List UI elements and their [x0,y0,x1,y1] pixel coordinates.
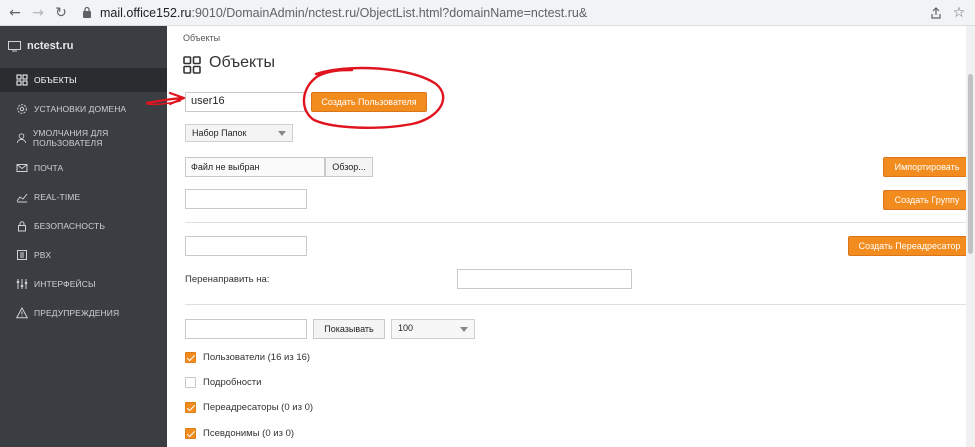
domain-name: nctest.ru [27,40,74,52]
file-input[interactable]: Файл не выбран [185,157,325,177]
show-button[interactable]: Показывать [313,319,385,339]
redirect-to-input[interactable] [457,269,632,289]
create-user-button[interactable]: Создать Пользователя [311,92,427,112]
sidebar-item-label: ОБЪЕКТЫ [34,75,77,85]
sidebar-item-interfaces[interactable]: ИНТЕРФЕЙСЫ [0,272,167,296]
sidebar-item-label: REAL-TIME [34,192,81,202]
breadcrumb[interactable]: Объекты [183,33,220,43]
sidebar-item-warnings[interactable]: ПРЕДУПРЕЖДЕНИЯ [0,301,167,325]
sidebar-item-objects[interactable]: ОБЪЕКТЫ [0,68,167,92]
reload-icon[interactable]: ↻ [52,4,70,22]
user-icon [16,133,27,144]
page-size-select-value: 100 [398,323,414,333]
sidebar-item-label: ПРЕДУПРЕЖДЕНИЯ [34,308,120,318]
page-title: Объекты [209,54,275,71]
details-checkbox[interactable] [185,377,196,388]
sidebar-item-label: БЕЗОПАСНОСТЬ [34,221,106,231]
sidebar-item-label: УМОЛЧАНИЯ ДЛЯ ПОЛЬЗОВАТЕЛЯ [32,128,109,148]
folder-set-select-value: Набор Папок [192,128,247,138]
new-user-name-input[interactable]: user16 [185,92,305,112]
new-group-name-input[interactable] [185,189,307,209]
grid-icon [16,74,28,86]
sidebar-item-security[interactable]: БЕЗОПАСНОСТЬ [0,214,167,238]
phone-icon [17,250,27,260]
details-checkbox-label: Подробности [203,377,262,388]
scrollbar-thumb[interactable] [968,74,973,254]
sidebar-item-mail[interactable]: ПОЧТА [0,156,167,180]
sidebar-item-label: PBX [34,250,52,260]
forward-icon[interactable]: → [29,4,47,22]
gear-icon [17,104,27,114]
page-size-select[interactable]: 100 [391,319,475,339]
filter-users-checkbox-row[interactable]: Пользователи (16 из 16) [185,352,310,363]
share-icon[interactable] [930,7,942,19]
browser-toolbar: ← → ↻ mail.office152.ru:9010/DomainAdmin… [0,0,975,26]
chevron-down-icon [278,131,286,136]
forwarders-checkbox[interactable] [185,402,196,413]
folder-set-select[interactable]: Набор Папок [185,124,293,142]
aliases-checkbox-label: Псевдонимы (0 из 0) [203,428,295,439]
url-path: :9010/DomainAdmin/nctest.ru/ObjectList.h… [191,6,588,20]
sidebar-item-label: УСТАНОВКИ ДОМЕНА [34,104,127,114]
import-button[interactable]: Импортировать [883,157,971,177]
main-content: Объекты Объекты user16 Создать Пользоват… [167,26,975,447]
bookmark-star-icon[interactable]: ☆ [950,4,968,22]
monitor-icon [8,40,21,51]
redirect-to-label: Перенаправить на: [185,274,270,285]
create-forwarder-button[interactable]: Создать Переадресатор [848,236,971,256]
sidebar-item-label: ИНТЕРФЕЙСЫ [34,279,96,289]
create-group-button[interactable]: Создать Группу [883,190,971,210]
sidebar-item-domain-settings[interactable]: УСТАНОВКИ ДОМЕНА [0,97,167,121]
envelope-icon [16,164,28,172]
back-icon[interactable]: ← [6,4,24,22]
section-divider [185,222,971,223]
lock-icon [18,221,26,232]
users-checkbox[interactable] [185,352,196,363]
browse-button[interactable]: Обзор... [325,157,373,177]
address-bar[interactable]: mail.office152.ru:9010/DomainAdmin/nctes… [100,6,587,20]
sidebar: nctest.ru ОБЪЕКТЫ УСТАНОВКИ ДОМЕНА УМОЛЧ… [0,26,167,447]
sidebar-item-real-time[interactable]: REAL-TIME [0,185,167,209]
new-forwarder-name-input[interactable] [185,236,307,256]
forwarders-checkbox-label: Переадресаторы (0 из 0) [203,402,314,413]
chevron-down-icon [460,327,468,332]
sidebar-brand[interactable]: nctest.ru [8,38,73,54]
sidebar-item-label: ПОЧТА [34,163,64,173]
filter-input[interactable] [185,319,307,339]
filter-details-checkbox-row[interactable]: Подробности [185,377,261,388]
page-scrollbar[interactable] [966,26,975,447]
warning-icon [16,307,28,319]
sidebar-item-user-defaults[interactable]: УМОЛЧАНИЯ ДЛЯ ПОЛЬЗОВАТЕЛЯ [0,126,167,150]
sidebar-item-pbx[interactable]: PBX [0,243,167,267]
lock-icon[interactable] [82,6,92,19]
users-checkbox-label: Пользователи (16 из 16) [203,352,311,363]
aliases-checkbox[interactable] [185,428,196,439]
section-divider [185,304,971,305]
url-host: mail.office152.ru [100,6,192,20]
sliders-icon [16,279,28,289]
filter-aliases-checkbox-row[interactable]: Псевдонимы (0 из 0) [185,428,294,439]
chart-icon [16,193,28,203]
objects-grid-icon [183,56,201,74]
filter-forwarders-checkbox-row[interactable]: Переадресаторы (0 из 0) [185,402,313,413]
